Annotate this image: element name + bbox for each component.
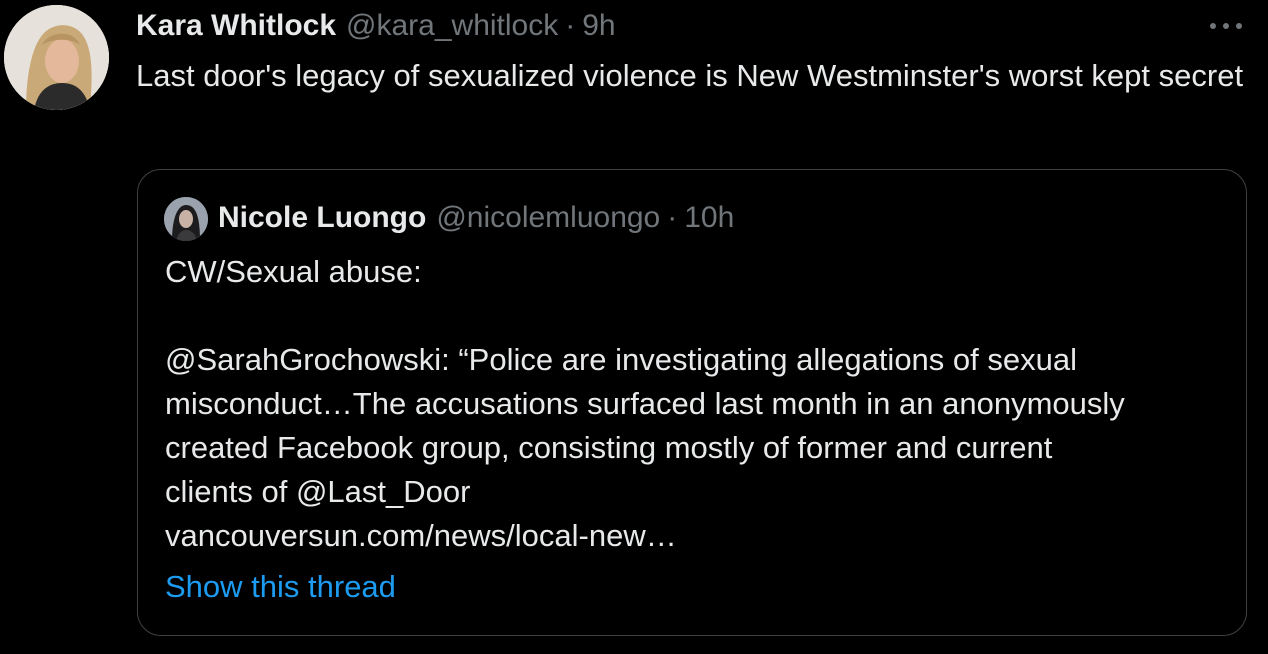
quoted-author-handle: @nicolemluongo [436,201,661,234]
quoted-text-line: CW/Sexual abuse: [165,254,422,289]
quoted-author-name: Nicole Luongo [218,201,427,234]
quoted-text-line: clients of @Last_Door [165,474,471,509]
show-thread-link[interactable]: Show this thread [165,565,396,609]
author-avatar[interactable] [4,5,109,110]
more-icon[interactable] [1208,14,1244,38]
quoted-tweet-text: CW/Sexual abuse: @SarahGrochowski: “Poli… [165,250,1225,558]
separator: · [667,201,678,234]
tweet-header: Kara Whitlock @kara_whitlock · 9h [136,6,616,46]
quoted-text-line: @SarahGrochowski: “Police are investigat… [165,342,1077,377]
quoted-timestamp: 10h [684,201,735,234]
tweet-text: Last door's legacy of sexualized violenc… [136,58,1244,93]
quoted-text-line: vancouversun.com/news/local-new… [165,518,677,553]
quoted-text-line: misconduct…The accusations surfaced last… [165,386,1125,421]
quoted-tweet[interactable]: Nicole Luongo @nicolemluongo · 10h CW/Se… [137,169,1247,636]
quoted-author-avatar [164,197,208,241]
author-handle[interactable]: @kara_whitlock [346,9,558,43]
quoted-text-line: created Facebook group, consisting mostl… [165,430,1053,465]
separator: · [565,9,576,42]
quoted-tweet-header: Nicole Luongo @nicolemluongo · 10h [218,198,734,238]
author-name[interactable]: Kara Whitlock [136,9,336,43]
timestamp[interactable]: 9h [582,9,615,43]
quoted-text-line [165,294,1225,338]
tweet[interactable]: Kara Whitlock @kara_whitlock · 9h Last d… [0,0,1268,654]
